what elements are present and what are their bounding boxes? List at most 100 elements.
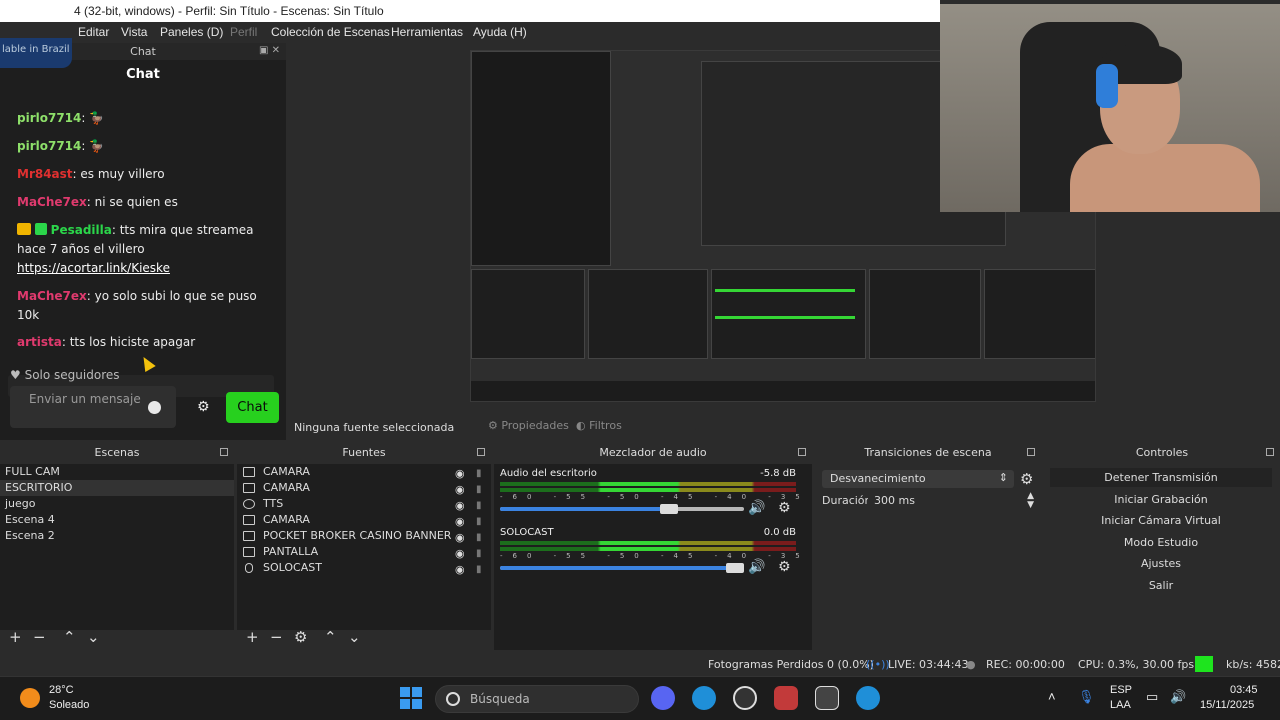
duration-spinbox[interactable]: 300 ms ▲ ▼	[868, 492, 1038, 510]
scene-item[interactable]: juego	[0, 496, 234, 512]
source-item[interactable]: TTS ◉ ▮	[237, 496, 491, 512]
clock-date[interactable]: 15/11/2025	[1200, 699, 1254, 711]
chat-link[interactable]: https://acortar.link/Kieske	[17, 261, 170, 275]
settings-button[interactable]: Ajustes	[1050, 554, 1272, 573]
move-up-icon[interactable]: ⌃	[63, 628, 76, 646]
move-down-icon[interactable]: ⌄	[348, 628, 361, 646]
clock-time[interactable]: 03:45	[1230, 684, 1258, 696]
select-updown-icon: ⇕	[998, 471, 1008, 484]
source-item[interactable]: PANTALLA ◉ ▮	[237, 544, 491, 560]
mixer-track-solocast: SOLOCAST 0.0 dB -60 -55 -50 -45 -40 -35 …	[498, 527, 1134, 587]
transition-type-select[interactable]: Desvanecimiento ⇕	[822, 470, 1014, 488]
network-icon[interactable]: ▭	[1146, 689, 1158, 705]
menu-herramientas[interactable]: Herramientas	[391, 25, 463, 39]
windows-start-icon[interactable]	[400, 687, 422, 709]
transition-settings-gear-icon[interactable]: ⚙	[1020, 470, 1033, 488]
volume-slider[interactable]	[500, 566, 744, 570]
dock-float-icon[interactable]	[1266, 448, 1274, 456]
microphone-icon[interactable]: 🎙	[1078, 689, 1095, 705]
remove-scene-icon[interactable]: −	[33, 628, 46, 646]
volume-knob[interactable]	[660, 504, 679, 514]
exit-button[interactable]: Salir	[1050, 576, 1272, 595]
scene-item[interactable]: Escena 2	[0, 528, 234, 544]
language-primary[interactable]: ESP	[1110, 684, 1132, 696]
start-virtual-camera-button[interactable]: Iniciar Cámara Virtual	[1050, 511, 1272, 530]
track-settings-gear-icon[interactable]: ⚙	[778, 500, 791, 516]
menu-paneles[interactable]: Paneles (D)	[160, 25, 223, 39]
dock-float-close-icons[interactable]: ▣ ✕	[259, 45, 280, 56]
emoji-icon[interactable]	[148, 401, 161, 414]
chat-username[interactable]: pirlo7714	[17, 139, 81, 153]
move-down-icon[interactable]: ⌄	[87, 628, 100, 646]
speaker-icon[interactable]: 🔊	[748, 559, 765, 575]
preview-nested-transitions	[869, 269, 981, 359]
volume-slider[interactable]	[500, 507, 744, 511]
sources-dock: Fuentes CAMARA ◉ ▮ CAMARA ◉ ▮ TTS ◉ ▮ CAMARA ◉ ▮…	[237, 446, 491, 654]
chat-settings-gear-icon[interactable]: ⚙	[197, 399, 210, 415]
chat-username[interactable]: MaChe7ex	[17, 289, 87, 303]
dock-float-icon[interactable]	[220, 448, 228, 456]
discord-icon[interactable]	[651, 686, 675, 710]
chat-username[interactable]: Mr84ast	[17, 167, 73, 181]
chat-username[interactable]: MaChe7ex	[17, 195, 87, 209]
spin-arrows-icon[interactable]: ▲ ▼	[1027, 492, 1034, 510]
chat-message: artista: tts los hiciste apagar	[17, 333, 267, 352]
controls-title: Controles	[1135, 446, 1189, 459]
menu-editar[interactable]: Editar	[78, 25, 109, 39]
lock-icon[interactable]: ▮	[476, 562, 482, 578]
meter-scale: -60 -55 -50 -45 -40 -35 -30 -25 -20 -15 …	[500, 493, 1134, 501]
menu-ayuda[interactable]: Ayuda (H)	[473, 25, 527, 39]
track-settings-gear-icon[interactable]: ⚙	[778, 559, 791, 575]
app-window-icon[interactable]	[815, 686, 839, 710]
sun-weather-icon[interactable]	[20, 688, 40, 708]
studio-mode-button[interactable]: Modo Estudio	[1050, 533, 1272, 552]
dock-float-icon[interactable]	[1027, 448, 1035, 456]
volume-knob[interactable]	[726, 563, 744, 573]
add-scene-icon[interactable]: +	[9, 628, 22, 646]
taskbar-search[interactable]: Búsqueda	[435, 685, 639, 713]
scene-item[interactable]: FULL CAM	[0, 464, 234, 480]
obs-icon[interactable]	[733, 686, 757, 710]
start-recording-button[interactable]: Iniciar Grabación	[1050, 490, 1272, 509]
menu-coleccion-escenas[interactable]: Colección de Escenas	[271, 25, 390, 39]
remove-source-icon[interactable]: −	[270, 628, 283, 646]
source-item[interactable]: POCKET BROKER CASINO BANNER ◉ ▮	[237, 528, 491, 544]
source-item[interactable]: SOLOCAST ◉ ▮	[237, 560, 491, 576]
connection-quality-indicator	[1195, 656, 1213, 672]
move-up-icon[interactable]: ⌃	[324, 628, 337, 646]
stop-streaming-button[interactable]: Detener Transmisión	[1050, 468, 1272, 487]
dock-float-icon[interactable]	[477, 448, 485, 456]
chat-dock: Chat ▣ ✕ Chat pirlo7714: 🦆 pirlo7714: 🦆 …	[0, 43, 286, 440]
chat-username[interactable]: artista	[17, 335, 62, 349]
properties-button[interactable]: ⚙ Propiedades	[488, 419, 569, 432]
no-source-selected-label: Ninguna fuente seleccionada	[294, 421, 455, 434]
add-source-icon[interactable]: +	[246, 628, 259, 646]
scene-item[interactable]: Escena 4	[0, 512, 234, 528]
followers-only-indicator[interactable]: ♥ Solo seguidores	[10, 368, 120, 382]
filters-button[interactable]: ◐ Filtros	[576, 419, 622, 432]
eye-icon[interactable]: ◉	[455, 562, 465, 578]
chat-send-button[interactable]: Chat	[226, 392, 279, 423]
telegram-icon[interactable]	[774, 686, 798, 710]
source-settings-gear-icon[interactable]: ⚙	[294, 628, 307, 646]
chat-username[interactable]: pirlo7714	[17, 111, 81, 125]
source-item[interactable]: CAMARA ◉ ▮	[237, 512, 491, 528]
menu-perfil[interactable]: Perfil	[230, 25, 257, 39]
chat-username[interactable]: Pesadilla	[51, 223, 112, 237]
volume-icon[interactable]: 🔊	[1170, 689, 1186, 705]
scene-item-selected[interactable]: ESCRITORIO	[0, 480, 234, 496]
dock-float-icon[interactable]	[798, 448, 806, 456]
chevron-up-icon[interactable]: ˄	[1048, 689, 1056, 704]
source-item[interactable]: CAMARA ◉ ▮	[237, 464, 491, 480]
monitor-icon	[243, 547, 255, 557]
edge-secondary-icon[interactable]	[856, 686, 880, 710]
chat-text: : es muy villero	[72, 167, 165, 181]
sources-dock-title: Fuentes	[237, 446, 491, 462]
menu-vista[interactable]: Vista	[121, 25, 147, 39]
language-secondary[interactable]: LAA	[1110, 699, 1131, 711]
edge-icon[interactable]	[692, 686, 716, 710]
sources-toolbar: + − ⚙ ⌃ ⌄	[237, 628, 491, 652]
source-item[interactable]: CAMARA ◉ ▮	[237, 480, 491, 496]
speaker-icon[interactable]: 🔊	[748, 500, 765, 516]
volume-fill	[500, 566, 744, 570]
